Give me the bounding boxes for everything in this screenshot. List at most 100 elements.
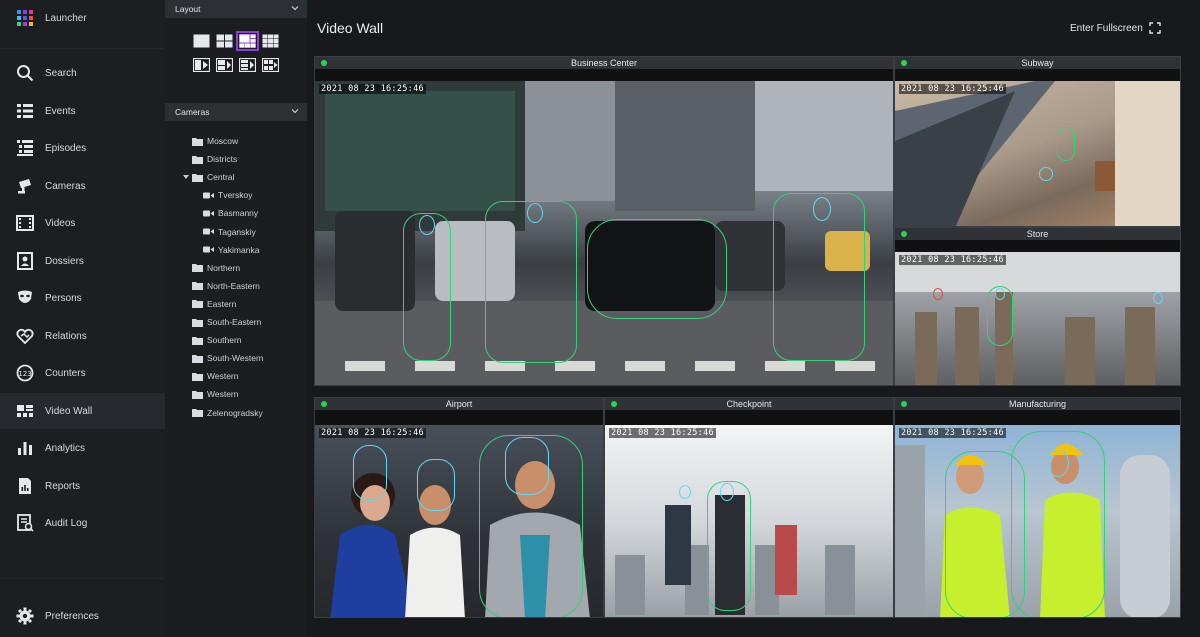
nav-item-search[interactable]: Search bbox=[0, 55, 165, 91]
nav-item-video-wall[interactable]: Video Wall bbox=[0, 393, 165, 429]
face-detection-box bbox=[679, 485, 691, 499]
tree-item-label: South-Eastern bbox=[207, 317, 262, 327]
nav-item-cameras[interactable]: Cameras bbox=[0, 168, 165, 204]
nav-item-launcher[interactable]: Launcher bbox=[0, 0, 165, 36]
face-detection-box bbox=[417, 459, 455, 511]
cell-title-bar: Business Center bbox=[315, 57, 893, 69]
face-detection-box bbox=[1153, 292, 1163, 304]
nav-item-reports[interactable]: Reports bbox=[0, 468, 165, 504]
tree-folder-item[interactable]: Western bbox=[192, 387, 239, 401]
cameras-section-header[interactable]: Cameras bbox=[165, 103, 307, 121]
tree-folder-item[interactable]: South-Western bbox=[192, 351, 264, 365]
audit-log-icon bbox=[17, 514, 34, 532]
tree-folder-item[interactable]: Western bbox=[192, 369, 239, 383]
nav-item-counters[interactable]: 123 Counters bbox=[0, 355, 165, 391]
nav-item-events[interactable]: Events bbox=[0, 93, 165, 129]
nav-item-preferences[interactable]: Preferences bbox=[0, 598, 165, 634]
tree-folder-item[interactable]: North-Eastern bbox=[192, 279, 260, 293]
video-cell-store[interactable]: Store 2021 08 23 16:25:46 bbox=[894, 227, 1181, 386]
tree-folder-item[interactable]: Central bbox=[192, 170, 234, 184]
folder-icon bbox=[192, 155, 203, 164]
folder-icon bbox=[192, 336, 203, 345]
video-cell-checkpoint[interactable]: Checkpoint 2021 08 23 16:25:46 bbox=[604, 397, 894, 618]
tree-folder-item[interactable]: Districts bbox=[192, 152, 237, 166]
subway-scene bbox=[895, 81, 1180, 226]
cell-title: Checkpoint bbox=[726, 399, 772, 409]
layout-1plus5-button[interactable] bbox=[236, 31, 259, 51]
tree-folder-item[interactable]: South-Eastern bbox=[192, 315, 261, 329]
tree-camera-item[interactable]: Tverskoy bbox=[203, 188, 252, 202]
tree-camera-item[interactable]: Taganskiy bbox=[203, 225, 256, 239]
camera-icon bbox=[203, 210, 214, 217]
tree-item-label: Zelenogradsky bbox=[207, 407, 263, 418]
tree-folder-item[interactable]: Eastern bbox=[192, 297, 236, 311]
status-dot bbox=[901, 231, 907, 237]
face-detection-box bbox=[995, 288, 1005, 300]
counter-icon: 123 bbox=[16, 364, 34, 382]
layout-2x2-button[interactable] bbox=[216, 34, 233, 48]
tree-item-label: Tverskoy bbox=[218, 190, 253, 201]
face-detection-box bbox=[353, 445, 387, 501]
face-detection-box bbox=[1039, 167, 1053, 181]
fullscreen-label: Enter Fullscreen bbox=[1070, 22, 1143, 34]
body-detection-box bbox=[485, 201, 577, 363]
relations-heart-icon bbox=[16, 328, 34, 345]
nav-item-label: Reports bbox=[45, 480, 81, 492]
nav-item-label: Relations bbox=[45, 330, 87, 342]
svg-text:123: 123 bbox=[18, 370, 31, 378]
folder-icon bbox=[192, 372, 203, 381]
tree-folder-item[interactable]: Zelenogradsky bbox=[192, 406, 263, 420]
bar-chart-icon bbox=[18, 442, 32, 455]
tree-item-label: Western bbox=[207, 371, 239, 382]
layout-sequence-4-button[interactable] bbox=[262, 58, 279, 72]
tree-expand-arrow-icon[interactable] bbox=[182, 173, 190, 181]
layout-sequence-icon bbox=[193, 58, 210, 72]
layout-sequence-3-button[interactable] bbox=[239, 58, 256, 72]
nav-item-analytics[interactable]: Analytics bbox=[0, 430, 165, 466]
layout-sequence-1-button[interactable] bbox=[193, 58, 210, 72]
video-cell-subway[interactable]: Subway 2021 08 23 16:25:46 bbox=[894, 56, 1181, 227]
layout-3x3-button[interactable] bbox=[262, 34, 279, 48]
cell-title-bar: Subway bbox=[895, 57, 1180, 69]
folder-icon bbox=[192, 390, 203, 399]
nav-item-label: Episodes bbox=[45, 142, 87, 154]
nav-item-persons[interactable]: Persons bbox=[0, 280, 165, 316]
tree-item-label: Southern bbox=[207, 335, 242, 346]
nav-item-label: Launcher bbox=[45, 12, 87, 24]
cell-title-bar: Manufacturing bbox=[895, 398, 1180, 410]
tree-camera-item[interactable]: Yakimanka bbox=[203, 243, 259, 257]
camera-icon bbox=[18, 179, 31, 194]
nav-item-relations[interactable]: Relations bbox=[0, 318, 165, 354]
tree-camera-item[interactable]: Basmanny bbox=[203, 206, 258, 220]
tree-folder-item[interactable]: Southern bbox=[192, 333, 242, 347]
enter-fullscreen-button[interactable]: Enter Fullscreen bbox=[1070, 19, 1161, 37]
video-cell-business-center[interactable]: Business Center 2021 08 23 16:25:46 bbox=[314, 56, 894, 386]
layout-1x1-button[interactable] bbox=[193, 34, 210, 48]
cell-title-bar: Checkpoint bbox=[605, 398, 893, 410]
tree-item-label: Taganskiy bbox=[218, 226, 256, 237]
tree-folder-item[interactable]: Moscow bbox=[192, 134, 238, 148]
nav-item-dossiers[interactable]: Dossiers bbox=[0, 243, 165, 279]
nav-item-episodes[interactable]: Episodes bbox=[0, 130, 165, 166]
main-navigation: Launcher Search Events Episodes Cameras … bbox=[0, 0, 165, 637]
nav-item-label: Video Wall bbox=[45, 405, 93, 417]
layout-sequence-icon bbox=[216, 58, 233, 72]
nav-item-audit-log[interactable]: Audit Log bbox=[0, 505, 165, 541]
camera-stream-subway: 2021 08 23 16:25:46 bbox=[895, 81, 1180, 226]
face-detection-box bbox=[933, 288, 943, 300]
nav-item-label: Cameras bbox=[45, 180, 86, 192]
body-detection-box bbox=[1057, 127, 1075, 161]
face-detection-box bbox=[720, 483, 734, 501]
video-cell-manufacturing[interactable]: Manufacturing 2021 08 23 16:25:46 bbox=[894, 397, 1181, 618]
status-dot bbox=[321, 60, 327, 66]
folder-icon bbox=[192, 300, 203, 309]
nav-divider bbox=[0, 48, 165, 49]
folder-icon bbox=[192, 173, 203, 182]
camera-icon bbox=[203, 228, 214, 235]
tree-item-label: Yakimanka bbox=[218, 244, 260, 255]
tree-folder-item[interactable]: Northern bbox=[192, 261, 240, 275]
layout-section-header[interactable]: Layout bbox=[165, 0, 307, 18]
video-cell-airport[interactable]: Airport 2021 08 23 16:25:46 bbox=[314, 397, 604, 618]
nav-item-videos[interactable]: Videos bbox=[0, 205, 165, 241]
layout-sequence-2-button[interactable] bbox=[216, 58, 233, 72]
